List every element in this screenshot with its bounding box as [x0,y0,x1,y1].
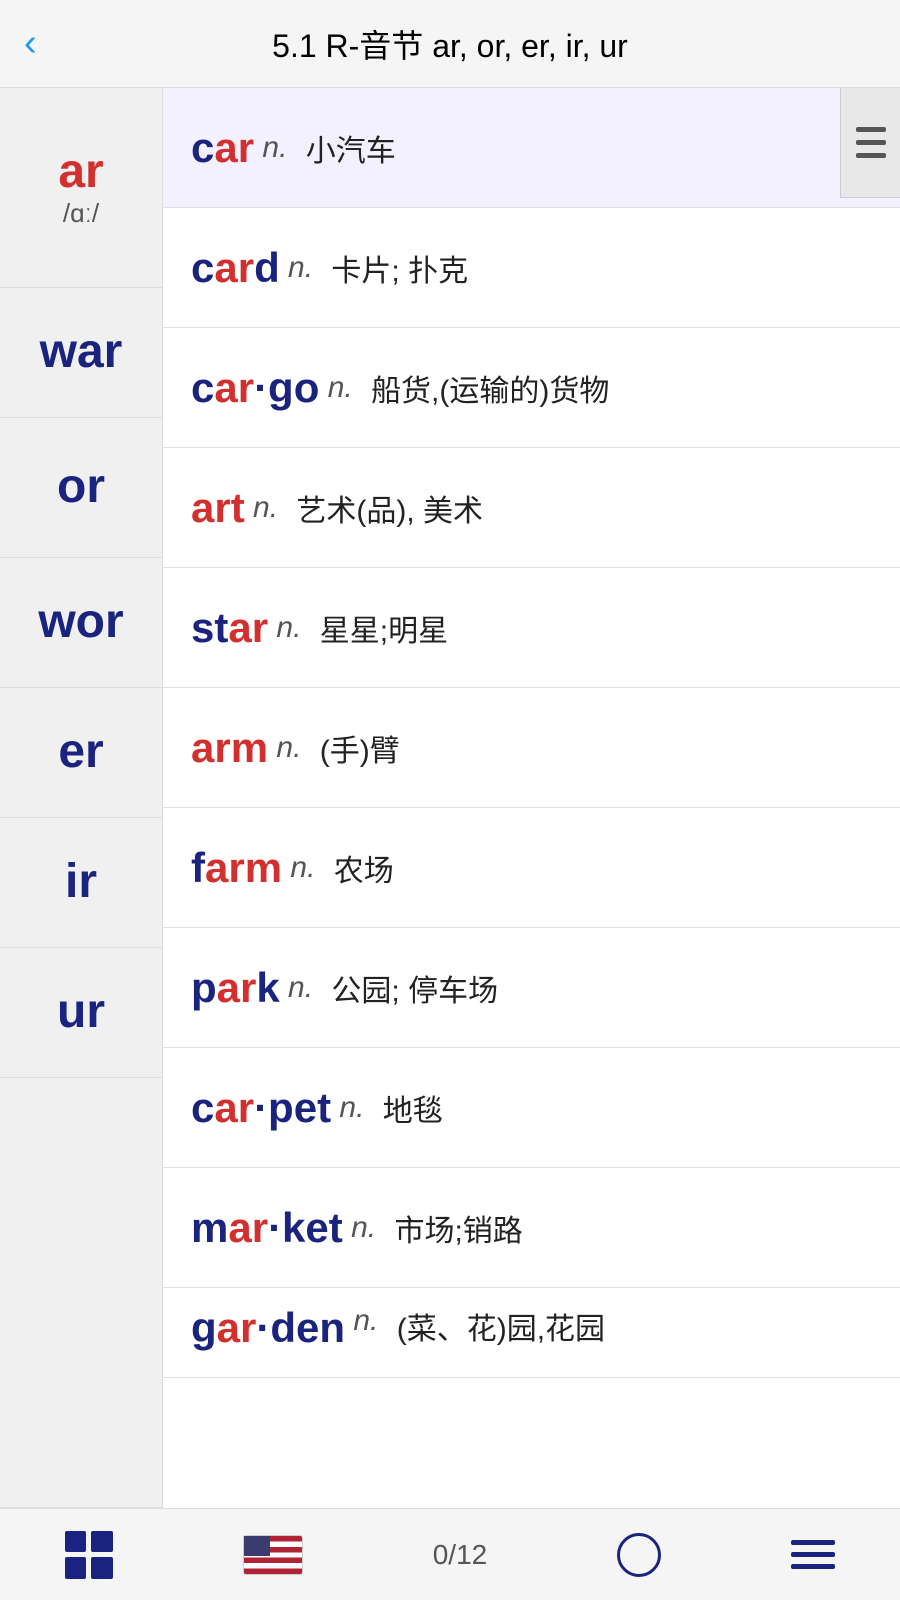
phoneme-war: war [40,326,123,379]
word-item-market[interactable]: mar·ket n. 市场;销路 [163,1168,900,1288]
def-market: 市场;销路 [394,1206,522,1250]
word-market: mar·ket [191,1204,343,1252]
word-item-carpet[interactable]: car·pet n. 地毯 [163,1048,900,1168]
sidebar-item-er[interactable]: er [0,688,162,818]
pos-cargo: n. [319,371,361,405]
def-star: 星星;明星 [320,606,448,650]
hbar-1 [791,1540,835,1545]
def-car: 小汽车 [306,126,396,170]
sidebar-item-ar[interactable]: ar /ɑː/ [0,88,162,288]
def-cargo: 船货,(运输的)货物 [371,366,609,410]
def-carpet: 地毯 [383,1086,443,1130]
sidebar-item-war[interactable]: war [0,288,162,418]
sidebar-item-ur[interactable]: ur [0,948,162,1078]
def-arm: (手)臂 [320,726,400,770]
def-park: 公园; 停车场 [331,966,498,1010]
word-item-cargo[interactable]: car·go n. 船货,(运输的)货物 [163,328,900,448]
word-item-card[interactable]: card n. 卡片; 扑克 [163,208,900,328]
pos-farm: n. [282,851,324,885]
word-art: art [191,484,245,532]
word-card: card [191,244,280,292]
pos-art: n. [245,491,287,525]
phoneme-er: er [58,726,103,779]
hbar-3 [791,1564,835,1569]
sidebar-item-blank1 [0,1078,162,1508]
word-park: park [191,964,280,1012]
phoneme-ur: ur [57,986,105,1039]
word-item-star[interactable]: star n. 星星;明星 [163,568,900,688]
page-title: 5.1 R-音节 ar, or, er, ir, ur [272,21,628,67]
word-cargo: car·go [191,364,319,412]
word-item-art[interactable]: art n. 艺术(品), 美术 [163,448,900,568]
progress-text: 0/12 [433,1539,488,1571]
word-farm: farm [191,844,282,892]
sidebar-item-ir[interactable]: ir [0,818,162,948]
pos-carpet: n. [331,1091,373,1125]
ipa-ar: /ɑː/ [63,198,99,229]
hbar-2 [791,1552,835,1557]
word-car: car [191,124,254,172]
grid-cell-3 [65,1557,87,1579]
pos-park: n. [280,971,322,1005]
header: ‹ 5.1 R-音节 ar, or, er, ir, ur [0,0,900,88]
phoneme-ir: ir [65,856,97,909]
phoneme-ar: ar [58,146,103,199]
pos-car: n. [254,131,296,165]
word-star: star [191,604,268,652]
circle-icon [617,1533,661,1577]
phoneme-wor: wor [38,596,123,649]
bottom-toolbar: 0/12 [0,1508,900,1600]
list-menu-button[interactable] [840,88,900,198]
pos-arm: n. [268,731,310,765]
sidebar-item-wor[interactable]: wor [0,558,162,688]
phoneme-or: or [57,461,105,514]
grid-cell-1 [65,1531,87,1553]
sidebar-item-or[interactable]: or [0,418,162,558]
menu-bar3 [856,153,886,158]
hamburger-button[interactable] [771,1532,855,1577]
grid-cell-4 [91,1557,113,1579]
menu-bar2 [856,140,886,145]
def-art: 艺术(品), 美术 [296,486,483,530]
grid-cell-2 [91,1531,113,1553]
progress-display: 0/12 [413,1531,508,1579]
word-carpet: car·pet [191,1084,331,1132]
menu-bar1 [856,127,886,132]
pos-card: n. [280,251,322,285]
word-list: car n. 小汽车 card n. 卡片; 扑克 car·go n. 船货,(… [163,88,900,1508]
word-item-garden[interactable]: gar·den n. (菜、花)园,花园 [163,1288,900,1378]
pos-star: n. [268,611,310,645]
word-garden: gar·den [191,1304,345,1352]
word-item-car[interactable]: car n. 小汽车 [163,88,900,208]
word-item-farm[interactable]: farm n. 农场 [163,808,900,928]
hamburger-icon [791,1540,835,1569]
flag-canton [244,1536,270,1557]
def-farm: 农场 [334,846,394,890]
phoneme-sidebar: ar /ɑː/ war or wor er ir ur [0,88,163,1508]
def-card: 卡片; 扑克 [331,246,468,290]
pos-market: n. [343,1211,385,1245]
back-button[interactable]: ‹ [24,22,37,65]
def-garden: (菜、花)园,花园 [397,1304,605,1348]
grid-icon [65,1531,113,1579]
grid-button[interactable] [45,1523,133,1587]
word-item-park[interactable]: park n. 公园; 停车场 [163,928,900,1048]
word-item-arm[interactable]: arm n. (手)臂 [163,688,900,808]
word-arm: arm [191,724,268,772]
flag-button[interactable] [223,1527,323,1583]
circle-button[interactable] [597,1525,681,1585]
us-flag-icon [243,1535,303,1575]
main-content: ar /ɑː/ war or wor er ir ur [0,88,900,1508]
pos-garden: n. [345,1304,387,1338]
